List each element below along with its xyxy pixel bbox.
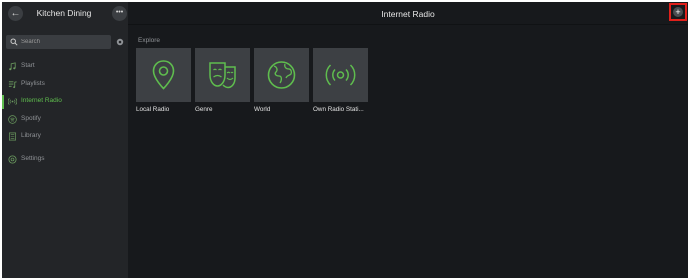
more-options-button[interactable]: ••• (112, 6, 127, 21)
plus-icon: + (673, 7, 683, 17)
sidebar-header: ← Kitchen Dining ••• (2, 2, 128, 26)
sidebar-item-start[interactable]: Start (2, 60, 128, 74)
tile-local-radio[interactable]: Local Radio (136, 48, 191, 113)
page-title: Internet Radio (381, 9, 435, 19)
tile-own-radio-stations[interactable]: Own Radio Stati... (313, 48, 368, 113)
tile-artwork (254, 48, 309, 102)
library-icon (8, 132, 17, 141)
tile-artwork (136, 48, 191, 102)
zone-title: Kitchen Dining (36, 8, 92, 18)
add-button[interactable]: + (669, 3, 687, 21)
sidebar: ← Kitchen Dining ••• Star (2, 2, 128, 278)
sidebar-item-label: Library (21, 132, 41, 139)
active-indicator (2, 95, 4, 109)
sidebar-item-label: Internet Radio (21, 97, 62, 104)
header-divider (128, 24, 688, 25)
main-content: Internet Radio + Explore Local Radio Gen… (128, 2, 688, 278)
arrow-left-icon: ← (10, 8, 21, 19)
app-window: ← Kitchen Dining ••• Star (2, 2, 688, 278)
sidebar-item-label: Start (21, 62, 35, 69)
tile-label: Own Radio Stati... (313, 106, 364, 113)
broadcast-icon (325, 64, 356, 86)
sidebar-item-library[interactable]: Library (2, 130, 128, 144)
tile-label: Local Radio (136, 106, 170, 113)
playlist-icon (8, 81, 17, 89)
gear-filter-icon[interactable] (116, 38, 124, 46)
tile-label: World (254, 106, 271, 113)
radio-waves-icon (8, 98, 17, 105)
tile-label: Genre (195, 106, 213, 113)
sidebar-item-playlists[interactable]: Playlists (2, 78, 128, 92)
sidebar-item-settings[interactable]: Settings (2, 153, 128, 167)
sidebar-item-spotify[interactable]: Spotify (2, 113, 128, 127)
section-label: Explore (138, 37, 161, 44)
sidebar-item-label: Playlists (21, 80, 45, 87)
spotify-icon (8, 115, 17, 124)
gear-icon (8, 155, 17, 164)
tile-artwork (195, 48, 250, 102)
sidebar-item-internet-radio[interactable]: Internet Radio (2, 95, 128, 109)
tile-world[interactable]: World (254, 48, 309, 113)
theater-masks-icon (209, 62, 236, 89)
tile-artwork (313, 48, 368, 102)
ellipsis-icon: ••• (115, 9, 124, 16)
search-input[interactable] (21, 35, 107, 49)
search-box[interactable] (6, 35, 111, 49)
globe-icon (267, 61, 296, 89)
music-note-icon (9, 62, 16, 71)
sidebar-item-label: Settings (21, 155, 45, 162)
tile-genre[interactable]: Genre (195, 48, 250, 113)
location-pin-icon (152, 60, 175, 90)
sidebar-item-label: Spotify (21, 115, 41, 122)
back-button[interactable]: ← (8, 6, 23, 21)
search-icon (10, 38, 18, 46)
